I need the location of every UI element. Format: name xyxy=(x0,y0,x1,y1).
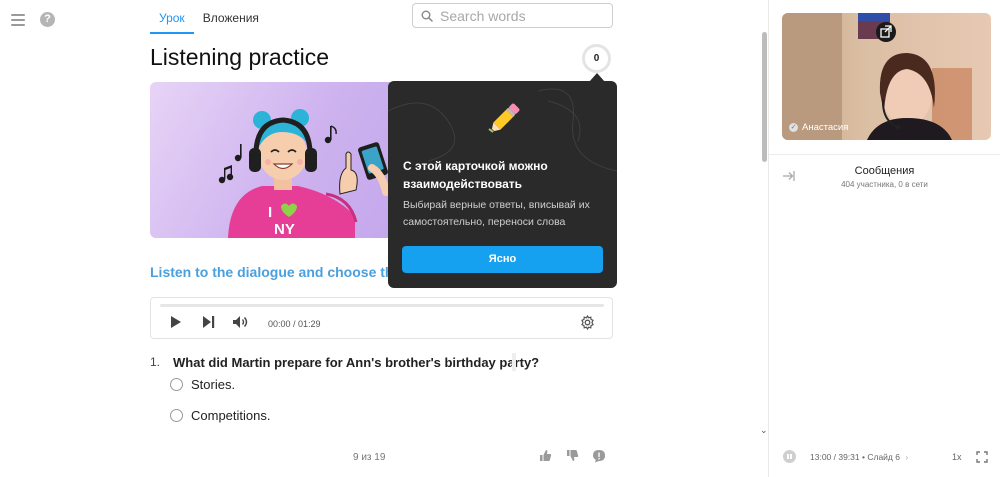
popover-text: Выбирай верные ответы, вписывай их самос… xyxy=(403,199,590,228)
sidebar-divider xyxy=(769,154,1000,155)
search-box[interactable] xyxy=(412,3,613,28)
svg-text:I: I xyxy=(268,204,272,221)
slide-indicator[interactable]: • Слайд 6 xyxy=(862,452,900,462)
volume-icon[interactable] xyxy=(232,315,249,329)
answer-option[interactable]: Stories. xyxy=(170,377,235,392)
chevron-right-icon[interactable]: › xyxy=(905,452,908,462)
skip-next-icon[interactable] xyxy=(202,315,215,329)
play-icon[interactable] xyxy=(170,315,182,329)
left-rail: ? xyxy=(0,0,70,477)
answer-option-label: Stories. xyxy=(191,377,236,392)
search-icon xyxy=(421,10,433,22)
hamburger-icon[interactable] xyxy=(11,14,25,26)
page-counter: 9 из 19 xyxy=(353,452,386,463)
lesson-app: ? Урок Вложения Listening practice 0 xyxy=(0,0,1000,477)
settings-icon[interactable] xyxy=(580,315,595,330)
scroll-down-arrow-icon[interactable]: ⌄ xyxy=(760,425,768,436)
help-icon[interactable]: ? xyxy=(40,12,55,27)
audio-progress-bar[interactable] xyxy=(160,304,604,307)
tab-attachments[interactable]: Вложения xyxy=(194,0,268,34)
pause-icon[interactable] xyxy=(783,450,796,463)
chat-subtitle: 404 участника, 0 в сети xyxy=(841,180,928,189)
audio-time: 00:00 / 01:29 xyxy=(268,319,321,329)
question-scroll-edge xyxy=(512,353,516,371)
radio-button[interactable] xyxy=(170,409,183,422)
speed-button[interactable]: 1x xyxy=(952,452,962,462)
score-badge[interactable]: 0 xyxy=(582,44,611,73)
verified-icon: ✓ xyxy=(789,123,798,132)
lesson-tabs: Урок Вложения xyxy=(150,0,268,34)
chat-title: Сообщения xyxy=(854,165,915,177)
page-title: Listening practice xyxy=(150,44,329,70)
recording-time: 13:00 / 39:31 xyxy=(810,452,860,462)
pencil-icon xyxy=(488,103,520,133)
panel-divider xyxy=(768,0,769,477)
participant-name: ✓ Анастасия xyxy=(789,122,848,133)
popover-ok-button[interactable]: Ясно xyxy=(402,246,603,273)
svg-text:NY: NY xyxy=(274,221,295,238)
recording-status: 13:00 / 39:31 • Слайд 6 › xyxy=(810,452,908,462)
comment-icon[interactable] xyxy=(592,449,606,463)
question-number: 1. xyxy=(150,355,161,369)
participant-name-label: Анастасия xyxy=(802,122,849,133)
lesson-illustration: I NY xyxy=(150,82,390,238)
popover-title: С этой карточкой можно взаимодействовать xyxy=(403,159,548,191)
hint-popover: С этой карточкой можно взаимодействовать… xyxy=(388,81,617,288)
popout-icon[interactable] xyxy=(876,22,896,42)
thumbs-up-icon[interactable] xyxy=(539,449,552,462)
radio-button[interactable] xyxy=(170,378,183,391)
fullscreen-icon[interactable] xyxy=(976,451,988,463)
question-text: What did Martin prepare for Ann's brothe… xyxy=(173,355,540,370)
tab-lesson[interactable]: Урок xyxy=(150,0,194,34)
answer-option[interactable]: Competitions. xyxy=(170,408,270,423)
thumbs-down-icon[interactable] xyxy=(566,449,579,462)
main-scrollbar[interactable] xyxy=(762,32,767,162)
search-input[interactable] xyxy=(440,7,600,24)
task-title: Listen to the dialogue and choose the xyxy=(150,264,402,280)
audio-player: 00:00 / 01:29 xyxy=(150,297,613,339)
answer-option-label: Competitions. xyxy=(191,408,271,423)
